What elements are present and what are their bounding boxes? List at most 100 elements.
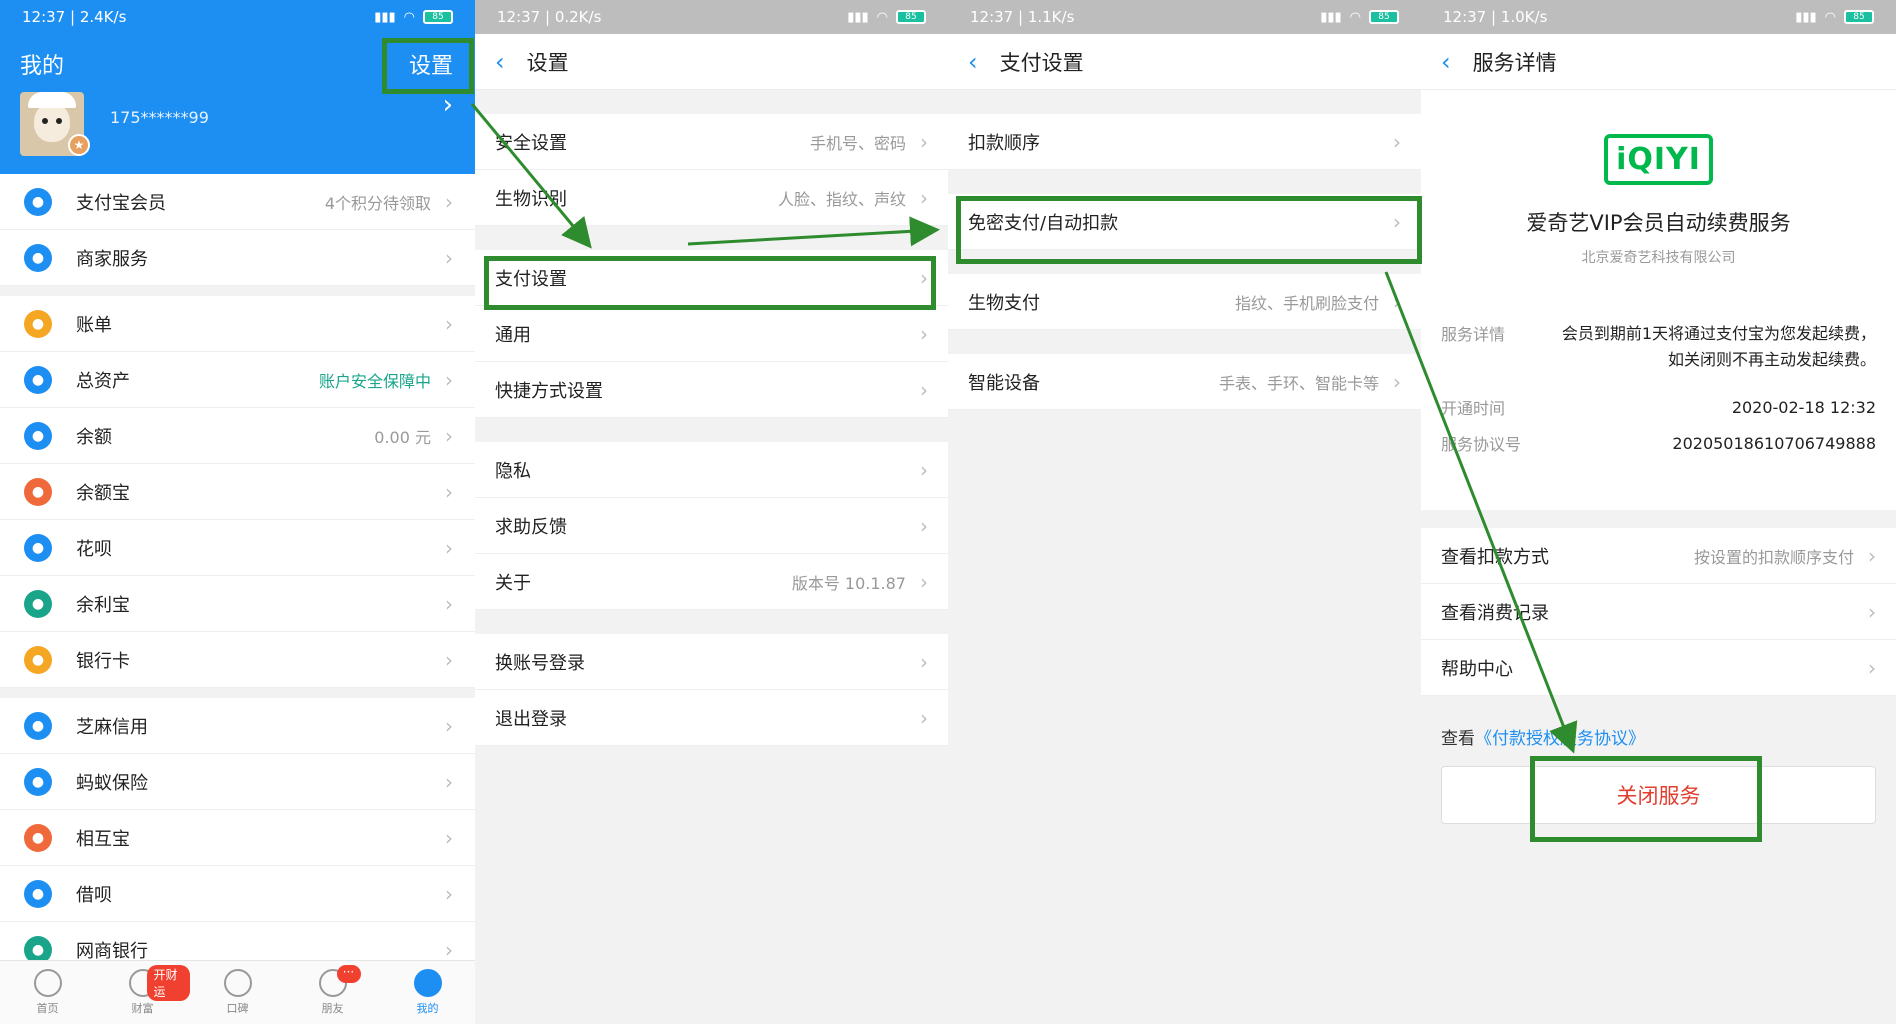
list-item[interactable]: ● 借呗 › <box>0 866 475 922</box>
list-item[interactable]: ● 支付宝会员 4个积分待领取 › <box>0 174 475 230</box>
chevron-right-icon: › <box>445 535 453 560</box>
tab-badge: ··· <box>336 965 361 983</box>
list-item-label: 通用 <box>495 324 531 346</box>
chevron-right-icon: › <box>445 245 453 270</box>
list-item[interactable]: 扣款顺序 › <box>948 114 1421 170</box>
list-item[interactable]: 智能设备 手表、手环、智能卡等 › <box>948 354 1421 410</box>
moneybag-icon: ● <box>24 477 52 506</box>
list-item-label: 求助反馈 <box>495 516 567 538</box>
tab-friends[interactable]: 朋友 ··· <box>285 961 380 1024</box>
tab-wealth[interactable]: 财富 开财运 <box>95 961 190 1024</box>
detail-value: 2020-02-18 12:32 <box>1731 398 1876 417</box>
chevron-right-icon: › <box>445 881 453 906</box>
list-item-value: 0.00 元 <box>374 427 431 447</box>
list-item[interactable]: 生物支付 指纹、手机刷脸支付 › <box>948 274 1421 330</box>
list-group: 安全设置 手机号、密码 › 生物识别 人脸、指纹、声纹 › <box>475 114 948 226</box>
list-item[interactable]: ● 账单 › <box>0 296 475 352</box>
list-item-label: 扣款顺序 <box>968 132 1040 154</box>
list-item[interactable]: ● 余额 0.00 元 › <box>0 408 475 464</box>
close-service-button[interactable]: 关闭服务 <box>1441 766 1876 824</box>
list-item[interactable]: 退出登录 › <box>475 690 948 746</box>
service-card: iQIYI 爱奇艺VIP会员自动续费服务 北京爱奇艺科技有限公司 服务详情 会员… <box>1421 90 1896 510</box>
star-badge-icon: ★ <box>68 134 90 156</box>
battery-icon: 85 <box>423 10 453 24</box>
list-item[interactable]: ● 花呗 › <box>0 520 475 576</box>
store-icon: ● <box>24 243 52 272</box>
list-item[interactable]: ● 相互宝 › <box>0 810 475 866</box>
list-item[interactable]: ● 总资产 账户安全保障中 › <box>0 352 475 408</box>
tab-home[interactable]: 首页 <box>0 961 95 1024</box>
list-item[interactable]: 关于 版本号 10.1.87 › <box>475 554 948 610</box>
list-item[interactable]: ● 余利宝 › <box>0 576 475 632</box>
list-item-label: 余利宝 <box>76 594 130 616</box>
agreement-prefix: 查看 <box>1441 729 1475 749</box>
battery-icon: 85 <box>1844 10 1874 24</box>
section-gap <box>0 688 475 698</box>
signal-icon: ▮▮▮ <box>1795 9 1817 25</box>
list-item[interactable]: 免密支付/自动扣款 › <box>948 194 1421 250</box>
back-icon[interactable]: ‹ <box>1441 48 1451 76</box>
list-item-label: 银行卡 <box>76 650 130 672</box>
list-item[interactable]: 求助反馈 › <box>475 498 948 554</box>
mine-menu: ● 支付宝会员 4个积分待领取 › ● 商家服务 › ● 账单 › ● 总资产 账户安全保障中 › ● 余额 0… <box>0 174 475 978</box>
list-item-label: 蚂蚁保险 <box>76 772 148 794</box>
agreement-link[interactable]: 《付款授权服务协议》 <box>1475 729 1645 749</box>
list-item[interactable]: ● 余额宝 › <box>0 464 475 520</box>
back-icon[interactable]: ‹ <box>968 48 978 76</box>
chevron-right-icon: › <box>920 185 928 210</box>
detail-key: 开通时间 <box>1441 399 1506 418</box>
tab-koubei[interactable]: 口碑 <box>190 961 285 1024</box>
list-item[interactable]: 快捷方式设置 › <box>475 362 948 418</box>
list-group: 隐私 › 求助反馈 › 关于 版本号 10.1.87 › <box>475 442 948 610</box>
list-item-label: 免密支付/自动扣款 <box>968 212 1119 234</box>
list-item[interactable]: 通用 › <box>475 306 948 362</box>
chevron-right-icon[interactable]: › <box>443 90 453 120</box>
list-group: 扣款顺序 › <box>948 114 1421 170</box>
list-item[interactable]: ● 商家服务 › <box>0 230 475 286</box>
list-item[interactable]: 换账号登录 › <box>475 634 948 690</box>
back-icon[interactable]: ‹ <box>495 48 505 76</box>
list-item[interactable]: 帮助中心 › <box>1421 640 1896 696</box>
list-item[interactable]: ● 蚂蚁保险 › <box>0 754 475 810</box>
list-item[interactable]: ● 银行卡 › <box>0 632 475 688</box>
status-bar: 12:37 | 1.0K/s ▮▮▮ ◠ 85 <box>1421 0 1896 34</box>
page-title: 我的 <box>20 54 65 79</box>
yulibao-icon: ● <box>24 589 52 618</box>
chevron-right-icon: › <box>445 311 453 336</box>
shield-icon: ● <box>24 767 52 796</box>
card-icon: ● <box>24 645 52 674</box>
heart-icon: ● <box>24 823 52 852</box>
list-item[interactable]: 生物识别 人脸、指纹、声纹 › <box>475 170 948 226</box>
detail-row: 开通时间 2020-02-18 12:32 <box>1421 395 1896 421</box>
list-item-value: 账户安全保障中 <box>318 371 431 391</box>
koubei-icon <box>223 969 252 997</box>
list-item[interactable]: 安全设置 手机号、密码 › <box>475 114 948 170</box>
list-item-label: 隐私 <box>495 460 531 482</box>
tab-label: 财富 <box>131 1002 154 1015</box>
detail-value: 会员到期前1天将通过支付宝为您发起续费，如关闭则不再主动发起续费。 <box>1561 324 1876 369</box>
list-item-label: 借呗 <box>76 884 112 906</box>
tab-user[interactable]: 我的 <box>380 961 475 1024</box>
tab-label: 我的 <box>416 1002 439 1015</box>
chevron-right-icon: › <box>1393 369 1401 394</box>
list-item[interactable]: 支付设置 › <box>475 250 948 306</box>
detail-key: 服务详情 <box>1441 325 1506 344</box>
list-item[interactable]: 查看消费记录 › <box>1421 584 1896 640</box>
settings-button[interactable]: 设置 <box>409 48 453 80</box>
phone-number[interactable]: 175******99 <box>110 108 209 127</box>
status-time: 12:37 | 2.4K/s <box>22 8 127 26</box>
wifi-icon: ◠ <box>1349 9 1361 25</box>
chevron-right-icon: › <box>1868 599 1876 624</box>
status-time: 12:37 | 1.1K/s <box>970 8 1075 26</box>
chevron-right-icon: › <box>920 649 928 674</box>
list-item[interactable]: 隐私 › <box>475 442 948 498</box>
chevron-right-icon: › <box>920 457 928 482</box>
chevron-right-icon: › <box>1393 129 1401 154</box>
pay-settings-list: 扣款顺序 › 免密支付/自动扣款 › 生物支付 指纹、手机刷脸支付 › 智能设备 手表、手环、智… <box>948 90 1421 410</box>
list-item-label: 支付宝会员 <box>76 192 166 214</box>
chevron-right-icon: › <box>920 513 928 538</box>
bill-icon: ● <box>24 309 52 338</box>
list-item[interactable]: ● 芝麻信用 › <box>0 698 475 754</box>
list-item[interactable]: 查看扣款方式 按设置的扣款顺序支付 › <box>1421 528 1896 584</box>
